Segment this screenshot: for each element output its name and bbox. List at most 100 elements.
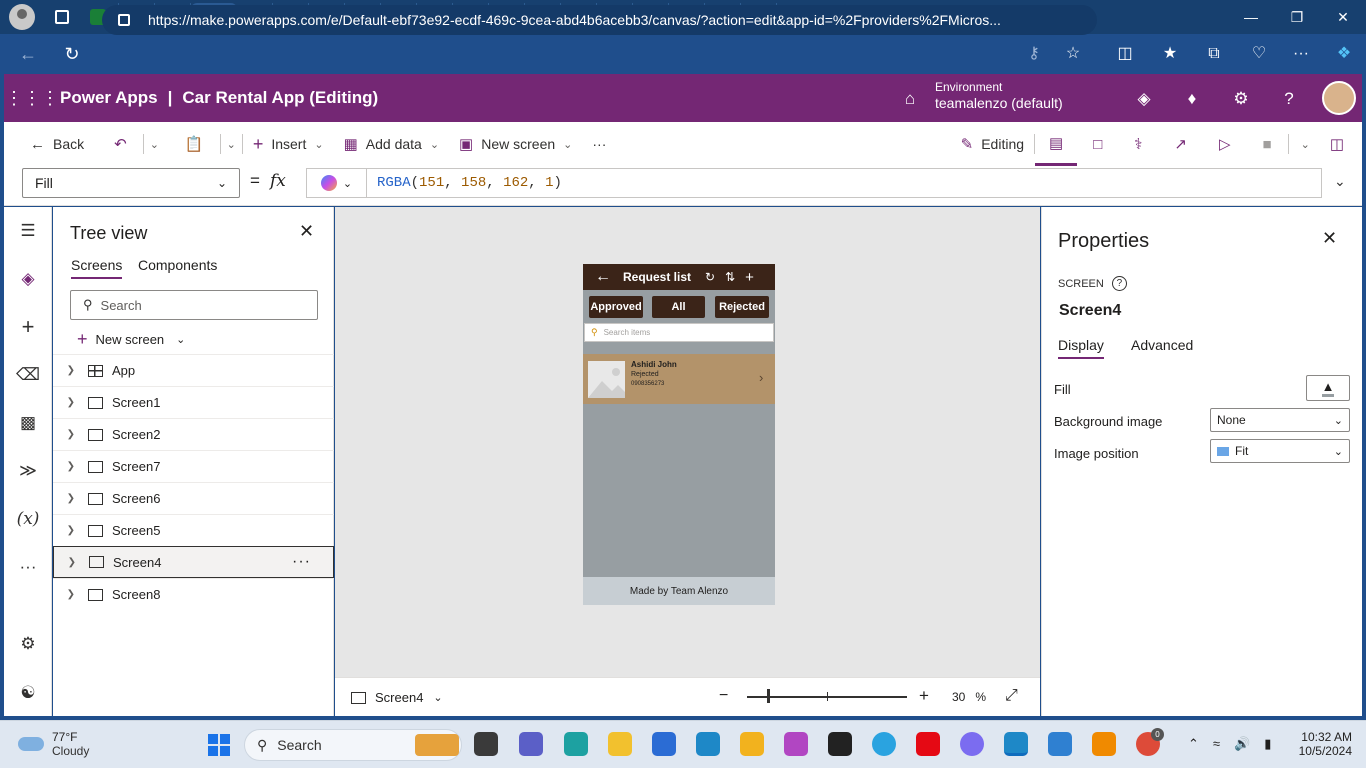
settings-rail-icon[interactable]: ⚙: [4, 628, 52, 660]
tree-item[interactable]: ❯ Screen5: [53, 514, 334, 546]
back-arrow-icon[interactable]: ←: [595, 268, 611, 286]
favorite-star-icon[interactable]: ☆: [1063, 44, 1083, 64]
sort-icon[interactable]: ⇅: [725, 270, 735, 284]
chevron-right-icon[interactable]: ❯: [53, 461, 75, 472]
media-icon[interactable]: ▩: [4, 407, 52, 439]
undo-button[interactable]: ↶: [94, 122, 143, 166]
vlc-icon[interactable]: [1092, 732, 1116, 756]
key-icon[interactable]: ⚷: [1024, 44, 1044, 64]
refresh-icon[interactable]: ↻: [705, 270, 715, 284]
store-icon[interactable]: [652, 732, 676, 756]
undo-menu-button[interactable]: ⌄: [144, 122, 165, 166]
copilot-app-icon[interactable]: [960, 732, 984, 756]
chevron-right-icon[interactable]: ❯: [53, 397, 75, 408]
netflix-icon[interactable]: [916, 732, 940, 756]
wifi-icon[interactable]: ≈: [1213, 736, 1220, 752]
tab-advanced[interactable]: Advanced: [1131, 337, 1193, 353]
paste-button[interactable]: 📋: [165, 122, 220, 166]
tab-display[interactable]: Display: [1058, 337, 1104, 359]
maximize-icon[interactable]: ❐: [1274, 0, 1320, 34]
power-bi-icon[interactable]: [740, 732, 764, 756]
copilot-sidebar-icon[interactable]: ❖: [1334, 44, 1354, 64]
approved-filter-button[interactable]: Approved: [589, 296, 643, 318]
tree-item[interactable]: ❯ Screen1: [53, 386, 334, 418]
screen-selector[interactable]: Screen4 ⌄: [351, 690, 443, 705]
screen-preview[interactable]: ← Request list ↻ ⇅ + Approved All Reject…: [583, 264, 775, 605]
help-icon[interactable]: ?: [1111, 276, 1127, 291]
rejected-filter-button[interactable]: Rejected: [715, 296, 769, 318]
settings-gear-icon[interactable]: ⚙: [1230, 88, 1252, 110]
chevron-right-icon[interactable]: ❯: [53, 589, 75, 600]
user-avatar[interactable]: [1322, 81, 1356, 115]
image-position-dropdown[interactable]: Fit ⌄: [1210, 439, 1350, 463]
chevron-right-icon[interactable]: ❯: [53, 493, 75, 504]
publish-button[interactable]: ◫: [1322, 122, 1362, 166]
more-rail-icon[interactable]: ···: [4, 551, 52, 583]
add-data-button[interactable]: ▦ Add data ⌄: [334, 122, 449, 166]
paste-menu-button[interactable]: ⌄: [221, 122, 242, 166]
list-item[interactable]: Ashidi John Rejected 0908356273 ›: [583, 354, 775, 404]
chevron-right-icon[interactable]: ❯: [53, 365, 75, 376]
tab-components[interactable]: Components: [138, 257, 217, 273]
zoom-in-button[interactable]: +: [919, 686, 929, 706]
tree-search-input[interactable]: ⚲ Search: [70, 290, 318, 320]
chevron-right-icon[interactable]: ›: [759, 370, 763, 385]
chevron-right-icon[interactable]: ❯: [53, 525, 75, 536]
fit-to-window-icon[interactable]: ⤢: [1005, 687, 1018, 705]
app-checker-button[interactable]: ▤: [1035, 122, 1078, 166]
tree-item[interactable]: ❯ Screen6: [53, 482, 334, 514]
edge-dev-icon[interactable]: [564, 732, 588, 756]
close-icon[interactable]: ✕: [1322, 228, 1337, 249]
chevron-right-icon[interactable]: ❯: [53, 429, 75, 440]
tree-item[interactable]: ❯ Screen2: [53, 418, 334, 450]
capcut-icon[interactable]: [828, 732, 852, 756]
windows-start-icon[interactable]: [208, 734, 230, 756]
collections-icon[interactable]: ⧉: [1204, 44, 1224, 64]
fill-color-picker[interactable]: ▲: [1306, 375, 1350, 401]
browser-profile-icon[interactable]: [9, 4, 35, 30]
app-launcher-icon[interactable]: ⋮⋮⋮: [4, 88, 60, 109]
formula-input[interactable]: ⌄ RGBA(151, 158, 162, 1): [306, 168, 1322, 198]
copilot-header-icon[interactable]: ◈: [1133, 88, 1155, 110]
add-icon[interactable]: +: [745, 269, 754, 286]
insert-button[interactable]: + Insert ⌄: [243, 122, 334, 166]
battery-icon[interactable]: ▮: [1264, 736, 1271, 752]
monitor-button[interactable]: ⚕: [1118, 122, 1158, 166]
edge-icon[interactable]: [1004, 732, 1028, 756]
save-menu-button[interactable]: ⌄: [1289, 122, 1322, 166]
virtual-agent-icon[interactable]: ☯: [4, 677, 52, 709]
new-screen-button[interactable]: ▣ New screen ⌄: [449, 122, 582, 166]
share-button[interactable]: ↗: [1158, 122, 1203, 166]
file-explorer-icon[interactable]: [608, 732, 632, 756]
tree-item[interactable]: ❯ Screen4 ···: [53, 546, 334, 578]
url-field[interactable]: https://make.powerapps.com/e/Default-ebf…: [102, 5, 1097, 35]
clipchamp-icon[interactable]: [784, 732, 808, 756]
expand-formula-icon[interactable]: ⌄: [1334, 173, 1346, 190]
editing-mode-button[interactable]: ✎ Editing: [951, 122, 1034, 166]
refresh-icon[interactable]: ↻: [52, 44, 92, 65]
edge-beta-icon[interactable]: [696, 732, 720, 756]
telegram-icon[interactable]: [872, 732, 896, 756]
environment-picker[interactable]: Environment teamalenzo (default): [935, 80, 1063, 111]
teams-icon[interactable]: [519, 732, 543, 756]
zoom-slider-thumb[interactable]: [767, 689, 770, 703]
weather-widget[interactable]: 77°F Cloudy: [18, 730, 89, 758]
more-commands-button[interactable]: ···: [582, 122, 616, 166]
tree-item[interactable]: ❯ Screen7: [53, 450, 334, 482]
preview-search-input[interactable]: ⚲ Search items: [584, 323, 774, 342]
insert-plus-icon[interactable]: +: [4, 311, 52, 343]
performance-icon[interactable]: ♡: [1249, 44, 1269, 64]
favorites-icon[interactable]: ★: [1160, 44, 1180, 64]
save-button[interactable]: ■: [1247, 122, 1288, 166]
help-icon[interactable]: ?: [1278, 88, 1300, 110]
split-screen-icon[interactable]: ◫: [1115, 44, 1135, 64]
zoom-out-button[interactable]: −: [719, 687, 728, 705]
tree-view-layers-icon[interactable]: ◈: [4, 263, 52, 295]
all-filter-button[interactable]: All: [652, 296, 705, 318]
property-dropdown[interactable]: Fill ⌄: [22, 168, 240, 198]
site-info-icon[interactable]: [118, 14, 130, 26]
tree-item[interactable]: ❯ App: [53, 354, 334, 386]
browser-menu-icon[interactable]: ···: [1291, 44, 1311, 64]
back-button[interactable]: ← Back: [4, 122, 94, 166]
minimize-icon[interactable]: —: [1228, 0, 1274, 34]
